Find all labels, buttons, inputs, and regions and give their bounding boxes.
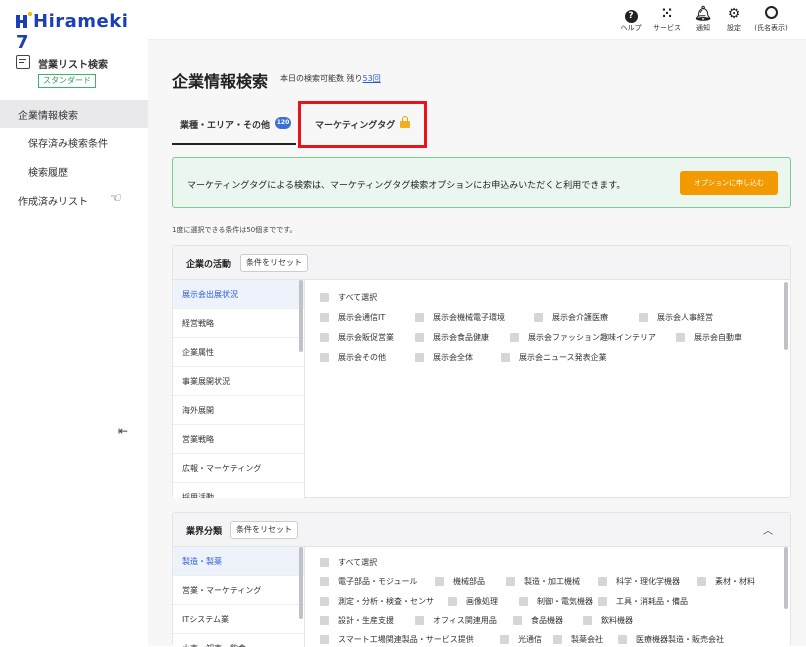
- category-item[interactable]: 採用活動: [173, 483, 304, 498]
- option-checkbox[interactable]: 食品機器: [513, 615, 563, 626]
- category-item[interactable]: 展示会出展状況: [173, 280, 304, 309]
- sidebar-item-label: 保存済み検索条件: [28, 138, 108, 150]
- category-item[interactable]: 営業・マーケティング: [173, 576, 304, 605]
- option-checkbox[interactable]: 画像処理: [448, 596, 498, 607]
- option-checkbox[interactable]: スマート工場関連製品・サービス提供: [320, 634, 474, 645]
- option-checkbox[interactable]: 素材・材料: [697, 576, 755, 587]
- panel-header: 企業の活動 条件をリセット: [173, 246, 790, 280]
- lock-icon: [400, 116, 410, 128]
- select-all-checkbox[interactable]: すべて選択: [320, 557, 377, 568]
- gear-icon: ⚙: [727, 6, 741, 22]
- panel-title: 企業の活動: [186, 260, 232, 270]
- option-checkbox[interactable]: 展示会その他: [320, 352, 386, 363]
- topbar: ? ヘルプ ⁙ サービス 🔔︎ 通知 ⚙ 設定 (氏名表示): [148, 0, 806, 40]
- category-item[interactable]: 海外展開: [173, 396, 304, 425]
- option-checkbox[interactable]: 光通信: [500, 634, 542, 645]
- category-list: 展示会出展状況 経営戦略 企業属性 事業展開状況 海外展開 営業戦略 広報・マー…: [173, 280, 305, 498]
- apply-option-button[interactable]: オプションに申し込む: [680, 171, 778, 195]
- quota-label: 本日の検索可能数 残り: [280, 74, 363, 83]
- sidebar: Hirameki 7 営業リスト検索 スタンダード 企業情報検索 保存済み検索条…: [0, 0, 148, 646]
- collapse-left-icon[interactable]: ⇤: [118, 424, 128, 438]
- option-checkbox[interactable]: 制御・電気機器: [519, 596, 593, 607]
- options-scrollbar[interactable]: [784, 547, 788, 609]
- reset-button[interactable]: 条件をリセット: [230, 521, 298, 539]
- category-scrollbar[interactable]: [299, 547, 303, 619]
- option-checkbox[interactable]: 製造・加工機械: [506, 576, 580, 587]
- option-checkbox[interactable]: オフィス関連用品: [415, 615, 497, 626]
- search-quota: 本日の検索可能数 残り53回: [280, 73, 381, 84]
- help-icon: ?: [613, 6, 649, 23]
- sidebar-item-search-history[interactable]: 検索履歴: [0, 157, 148, 185]
- category-item[interactable]: 製造・製薬: [173, 547, 304, 576]
- option-checkbox[interactable]: 展示会ニュース発表企業: [501, 352, 607, 363]
- option-checkbox[interactable]: 展示会人事経営: [639, 312, 713, 323]
- page-title: 企業情報検索: [172, 72, 269, 91]
- option-checkbox[interactable]: 電子部品・モジュール: [320, 576, 417, 587]
- category-item[interactable]: 広報・マーケティング: [173, 454, 304, 483]
- tab-label: マーケティングタグ: [315, 121, 396, 131]
- category-item[interactable]: 小売・卸売・飲食: [173, 634, 304, 647]
- option-checkbox[interactable]: 展示会販促営業: [320, 332, 394, 343]
- option-checkbox[interactable]: 医療機器製造・販売会社: [618, 634, 724, 645]
- list-search-icon: [16, 55, 30, 69]
- topbar-help[interactable]: ? ヘルプ: [613, 6, 649, 33]
- notice-banner: マーケティングタグによる検索は、マーケティングタグ検索オプションにお申込みいただ…: [172, 157, 791, 208]
- option-checkbox[interactable]: 展示会機械電子環境: [415, 312, 505, 323]
- tab-count-badge: 120: [275, 117, 291, 129]
- option-checkbox[interactable]: 展示会ファッション趣味インテリア: [510, 332, 656, 343]
- category-item[interactable]: 経営戦略: [173, 309, 304, 338]
- reset-button[interactable]: 条件をリセット: [240, 254, 308, 272]
- category-list: 製造・製薬 営業・マーケティング ITシステム業 小売・卸売・飲食: [173, 547, 305, 647]
- topbar-user[interactable]: (氏名表示): [748, 6, 794, 33]
- option-checkbox[interactable]: 展示会通信IT: [320, 312, 385, 323]
- option-checkbox[interactable]: 展示会自動車: [676, 332, 742, 343]
- tab-marketing-tag[interactable]: マーケティングタグ: [306, 115, 418, 143]
- sidebar-item-label: 企業情報検索: [18, 110, 78, 122]
- logo-text: Hirameki 7: [16, 11, 129, 53]
- user-icon: [748, 6, 794, 23]
- plan-badge: スタンダード: [38, 74, 96, 88]
- select-all-checkbox[interactable]: すべて選択: [320, 292, 377, 303]
- option-checkbox[interactable]: 機械部品: [435, 576, 485, 587]
- category-item[interactable]: 企業属性: [173, 338, 304, 367]
- sidebar-item-company-search[interactable]: 企業情報検索: [0, 100, 148, 128]
- tab-industry-area[interactable]: 業種・エリア・その他 120: [172, 115, 296, 145]
- option-checkbox[interactable]: 展示会全体: [415, 352, 473, 363]
- topbar-settings[interactable]: ⚙ 設定: [716, 6, 752, 33]
- grid-icon: ⁙: [661, 6, 673, 22]
- sidebar-title: 営業リスト検索: [38, 60, 108, 71]
- option-checkbox[interactable]: 展示会介護医療: [534, 312, 608, 323]
- category-item[interactable]: 事業展開状況: [173, 367, 304, 396]
- category-scrollbar[interactable]: [299, 280, 303, 352]
- filter-panel-industry: 業界分類 条件をリセット ︿ 製造・製薬 営業・マーケティング ITシステム業 …: [172, 512, 791, 647]
- option-checkbox[interactable]: 科学・理化学機器: [598, 576, 680, 587]
- panel-header: 業界分類 条件をリセット ︿: [173, 513, 790, 547]
- category-item[interactable]: ITシステム業: [173, 605, 304, 634]
- logo-mark-icon: [16, 12, 32, 28]
- option-checkbox[interactable]: 飲料機器: [583, 615, 633, 626]
- sidebar-item-label: 検索履歴: [28, 167, 68, 179]
- option-checkbox[interactable]: 測定・分析・検査・センサ: [320, 596, 434, 607]
- sidebar-item-saved-conditions[interactable]: 保存済み検索条件: [0, 128, 148, 156]
- pointer-hand-icon: ☜: [110, 191, 122, 206]
- chevron-up-icon[interactable]: ︿: [763, 522, 773, 537]
- option-checkbox[interactable]: 設計・生産支援: [320, 615, 394, 626]
- tab-active-underline: [172, 143, 296, 145]
- panel-title: 業界分類: [186, 527, 223, 537]
- filter-panel-activity: 企業の活動 条件をリセット 展示会出展状況 経営戦略 企業属性 事業展開状況 海…: [172, 245, 791, 498]
- sidebar-item-label: 作成済みリスト: [18, 196, 88, 208]
- topbar-services[interactable]: ⁙ サービス: [649, 6, 685, 33]
- quota-value: 53回: [362, 74, 381, 83]
- option-checkbox[interactable]: 展示会食品健康: [415, 332, 489, 343]
- notice-text: マーケティングタグによる検索は、マーケティングタグ検索オプションにお申込みいただ…: [187, 181, 626, 191]
- options-scrollbar[interactable]: [784, 282, 788, 350]
- option-checkbox[interactable]: 工具・消耗品・備品: [598, 596, 688, 607]
- limit-note: 1度に選択できる条件は50個までです。: [172, 226, 297, 234]
- app-logo[interactable]: Hirameki 7: [16, 11, 148, 53]
- option-checkbox[interactable]: 製薬会社: [553, 634, 603, 645]
- tab-label: 業種・エリア・その他: [180, 121, 271, 131]
- sidebar-item-created-lists[interactable]: 作成済みリスト ☜: [0, 186, 148, 214]
- category-item[interactable]: 営業戦略: [173, 425, 304, 454]
